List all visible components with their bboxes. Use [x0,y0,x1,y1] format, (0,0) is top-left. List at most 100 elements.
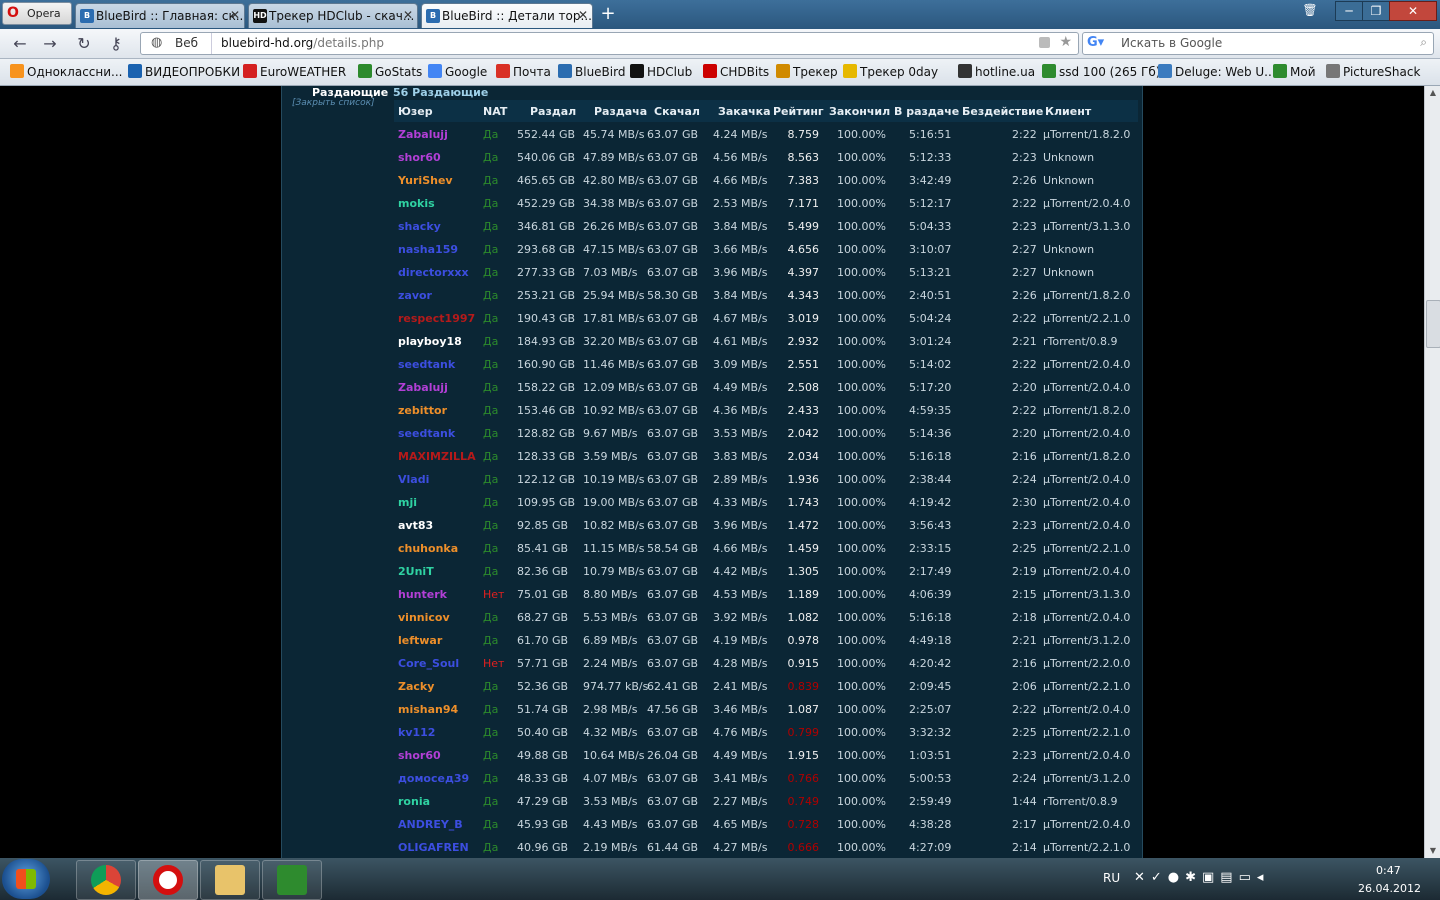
tab-bluebird-details[interactable]: B BlueBird :: Детали тор... ✕ [421,3,593,28]
peer-nat: Да [483,174,499,187]
peer-user[interactable]: mishan94 [398,703,458,716]
peer-user[interactable]: shor60 [398,749,441,762]
bookmark-item[interactable]: Трекер 0day [843,64,938,79]
taskbar-utorrent[interactable] [262,860,322,900]
col-uploaded[interactable]: Раздал [530,105,576,118]
bookmark-item[interactable]: BlueBird [558,64,625,79]
close-icon[interactable]: ✕ [230,8,240,22]
scroll-up-icon[interactable]: ▲ [1425,86,1440,100]
search-input[interactable]: G▾ Искать в Google ⌕ [1082,32,1434,55]
address-bar[interactable]: ◍ Веб bluebird-hd.org/details.php ★ [140,32,1079,55]
peer-user[interactable]: shor60 [398,151,441,164]
peer-user[interactable]: chuhonka [398,542,458,555]
peer-user[interactable]: Zabalujj [398,381,448,394]
peer-user[interactable]: shacky [398,220,441,233]
peer-user[interactable]: Vladi [398,473,429,486]
peer-user[interactable]: 2UniT [398,565,434,578]
reload-icon[interactable]: ↻ [74,34,94,54]
vertical-scrollbar[interactable]: ▲ ▼ [1424,86,1440,858]
peer-user[interactable]: seedtank [398,358,455,371]
taskbar-explorer[interactable] [200,860,260,900]
peer-user[interactable]: ANDREY_B [398,818,463,831]
start-button[interactable] [2,859,50,899]
key-icon[interactable]: ⚷ [106,34,126,54]
rss-icon[interactable] [1039,37,1050,48]
bookmark-item[interactable]: GoStats [358,64,422,79]
address-url[interactable]: bluebird-hd.org/details.php [221,36,384,50]
taskbar-opera[interactable] [138,860,198,900]
tray-icons[interactable]: ✕✓●✱▣▤▭◂ [1134,870,1314,885]
peer-user[interactable]: OLIGAFREN [398,841,469,854]
peer-user[interactable]: zebittor [398,404,447,417]
peer-user[interactable]: mji [398,496,417,509]
col-seeding-time[interactable]: В раздаче [894,105,959,118]
bookmark-item[interactable]: ВИДЕОПРОБКИ [128,64,240,79]
peer-user[interactable]: avt83 [398,519,433,532]
bookmark-item[interactable]: Одноклассни... [10,64,122,79]
forward-icon[interactable]: → [40,34,60,54]
bookmark-item[interactable]: hotline.ua [958,64,1035,79]
bookmark-item[interactable]: Трекер [776,64,838,79]
tab-hdclub[interactable]: HD Трекер HDClub - скач... ✕ [248,3,418,28]
bookmark-icon [843,64,857,78]
star-icon[interactable]: ★ [1059,34,1072,50]
trash-icon[interactable]: 🗑 [1300,1,1320,19]
peer-user[interactable]: zavor [398,289,432,302]
back-icon[interactable]: ← [10,34,30,54]
bookmark-item[interactable]: HDClub [630,64,692,79]
col-ratio[interactable]: Рейтинг [773,105,824,118]
peer-user[interactable]: Zabalujj [398,128,448,141]
taskbar-chrome[interactable] [76,860,136,900]
peer-idle: 2:30 [1012,496,1037,509]
language-indicator[interactable]: RU [1103,871,1120,885]
peer-user[interactable]: vinnicov [398,611,450,624]
peer-user[interactable]: ronia [398,795,430,808]
peer-user[interactable]: kv112 [398,726,435,739]
peer-user[interactable]: Zacky [398,680,434,693]
close-icon[interactable]: ✕ [578,8,588,22]
peer-user[interactable]: respect1997 [398,312,475,325]
peer-seeding-time: 5:00:53 [909,772,952,785]
peer-user[interactable]: hunterk [398,588,447,601]
col-download-speed[interactable]: Закачка [718,105,771,118]
peer-user[interactable]: домосед39 [398,772,469,785]
scrollbar-thumb[interactable] [1426,300,1440,348]
peer-user[interactable]: MAXIMZILLA [398,450,476,463]
peer-user[interactable]: YuriShev [398,174,453,187]
clock-time[interactable]: 0:47 [1376,864,1401,877]
bookmark-item[interactable]: EuroWEATHER [243,64,346,79]
search-icon[interactable]: ⌕ [1420,35,1427,50]
peer-user[interactable]: nasha159 [398,243,458,256]
close-icon[interactable]: ✕ [403,8,413,22]
bookmark-item[interactable]: ssd 100 (265 Гб) [1042,64,1160,79]
col-finished[interactable]: Закончил [829,105,890,118]
bookmark-item[interactable]: PictureShack [1326,64,1420,79]
peer-user[interactable]: Core_Soul [398,657,459,670]
col-idle[interactable]: Бездействие [962,105,1043,118]
opera-menu-button[interactable]: O Opera [2,2,72,25]
maximize-button[interactable]: ❐ [1362,1,1390,21]
peer-user[interactable]: seedtank [398,427,455,440]
tab-bluebird-home[interactable]: B BlueBird :: Главная: ск... ✕ [75,3,245,28]
new-tab-button[interactable]: + [598,4,618,24]
bookmark-item[interactable]: Google [428,64,487,79]
col-nat[interactable]: NAT [483,105,507,118]
minimize-button[interactable]: ─ [1335,1,1363,21]
col-user[interactable]: Юзер [398,105,433,118]
close-window-button[interactable]: ✕ [1389,1,1437,21]
peer-nat: Да [483,749,499,762]
close-list-link[interactable]: [Закрыть список] [292,98,375,108]
peer-user[interactable]: directorxxx [398,266,469,279]
col-upload-speed[interactable]: Раздача [594,105,647,118]
col-downloaded[interactable]: Скачал [654,105,700,118]
bookmark-item[interactable]: Почта [496,64,551,79]
peer-user[interactable]: leftwar [398,634,442,647]
bookmark-item[interactable]: CHDBits [703,64,769,79]
scroll-down-icon[interactable]: ▼ [1425,844,1440,858]
peer-user[interactable]: playboy18 [398,335,462,348]
clock-date[interactable]: 26.04.2012 [1358,882,1421,895]
bookmark-item[interactable]: Мой [1273,64,1316,79]
bookmark-item[interactable]: Deluge: Web U... [1158,64,1276,79]
peer-user[interactable]: mokis [398,197,435,210]
col-client[interactable]: Клиент [1045,105,1091,118]
